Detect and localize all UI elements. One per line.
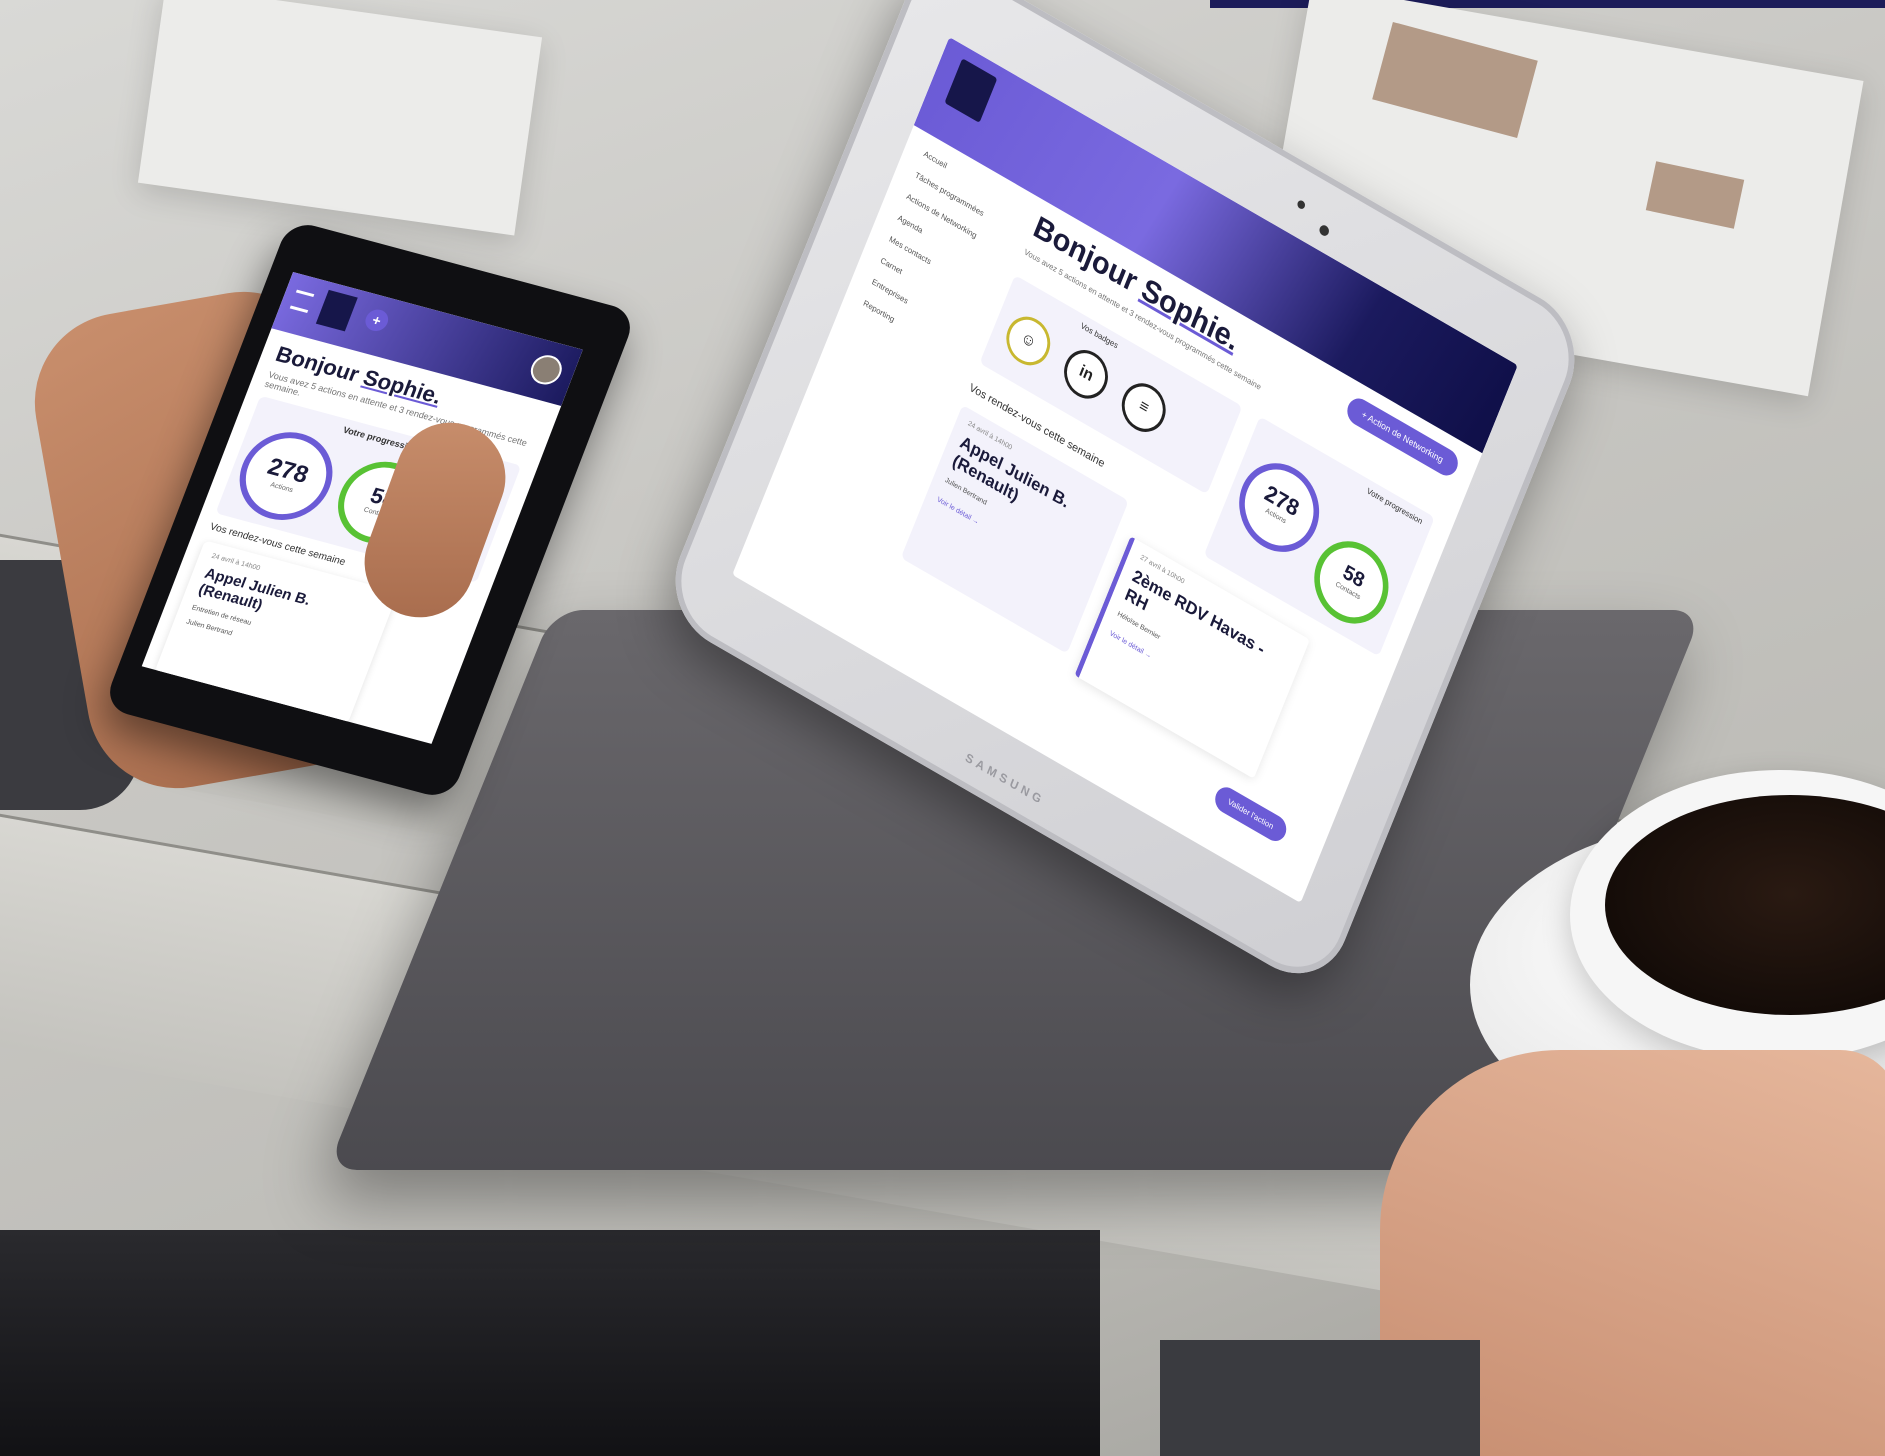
validate-action-button[interactable]: Valider l'action [1211, 782, 1290, 846]
contacts-ring: 58 Contacts [1302, 526, 1401, 639]
actions-ring: 278 Actions [1226, 447, 1332, 568]
coffee [1605, 795, 1885, 1015]
actions-ring: 278 Actions [226, 422, 346, 531]
appointment-card[interactable]: 24 avril à 14h00 Appel Julien B. (Renaul… [154, 540, 399, 724]
floor-shadow [0, 1230, 1100, 1456]
right-sleeve [1160, 1340, 1480, 1456]
add-icon[interactable]: + [362, 307, 392, 334]
menu-icon[interactable] [289, 289, 315, 314]
camera-icon [1296, 198, 1307, 211]
avatar[interactable] [526, 351, 567, 388]
badges-title: Vos badges [1079, 320, 1120, 351]
logo [315, 289, 358, 332]
progress-title: Votre progression [1365, 486, 1424, 527]
logo [944, 58, 998, 123]
photo-scene: Accueil Tâches programmées Actions de Ne… [0, 0, 1885, 1456]
appointment-card[interactable]: 24 avril à 14h00 Appel Julien B. (Renaul… [900, 404, 1129, 654]
background-paper [137, 0, 543, 236]
profile-badge-icon: ☺ [999, 308, 1058, 374]
linkedin-badge-icon: in [1057, 341, 1115, 408]
list-badge-icon: ≡ [1114, 374, 1173, 441]
camera-icon [1317, 223, 1331, 238]
